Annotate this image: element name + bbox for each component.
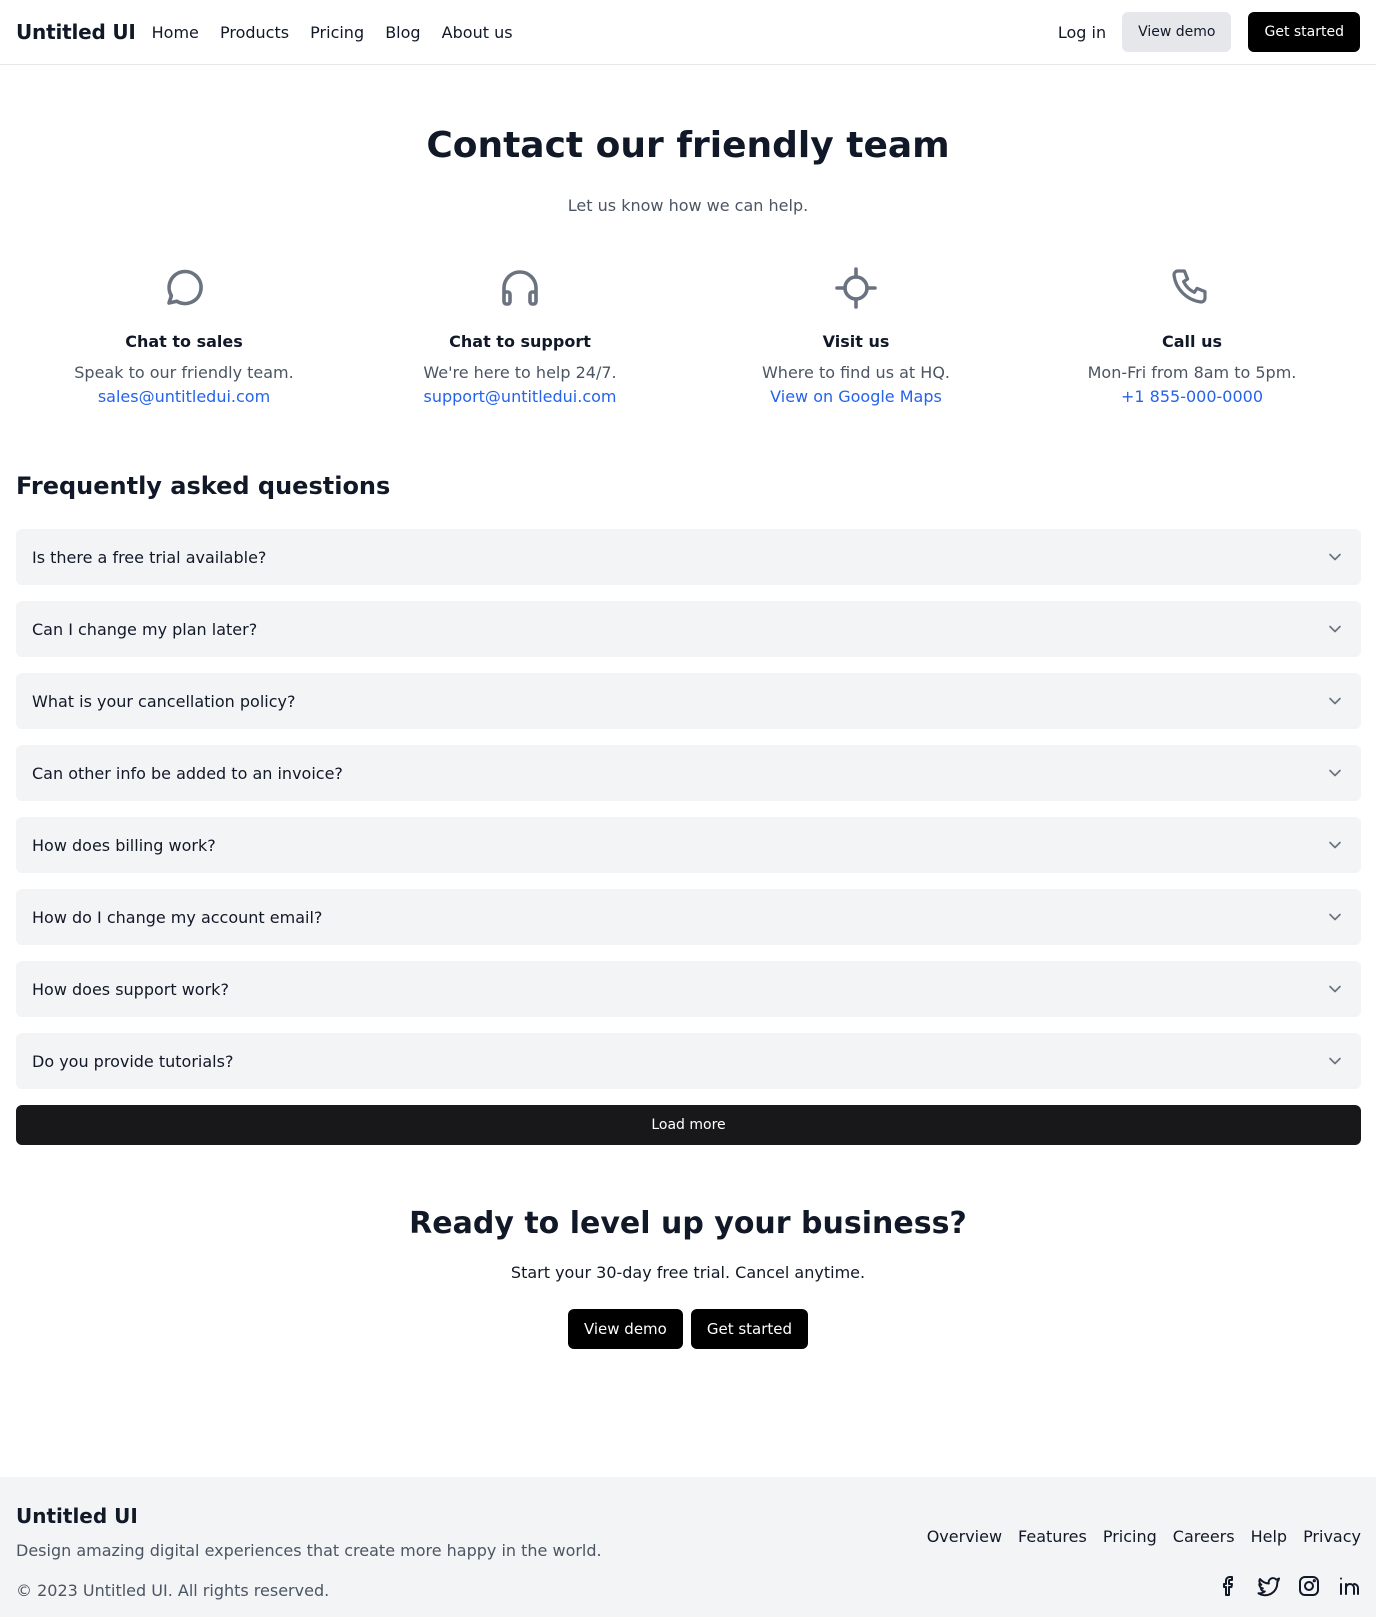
chevron-down-icon xyxy=(1329,913,1341,921)
site-footer: Untitled UI Design amazing digital exper… xyxy=(0,1477,1376,1617)
contact-card-support: Chat to support We're here to help 24/7.… xyxy=(352,264,688,406)
faq-question: How do I change my account email? xyxy=(32,907,323,927)
faq-item[interactable]: Is there a free trial available? xyxy=(16,529,1361,585)
footer-copyright: © 2023 Untitled UI. All rights reserved. xyxy=(16,1581,330,1600)
contact-description: Speak to our friendly team. xyxy=(74,363,294,382)
chevron-down-icon xyxy=(1329,553,1341,561)
contact-title: Chat to support xyxy=(449,332,591,351)
faq-item[interactable]: How does billing work? xyxy=(16,817,1361,873)
get-started-button[interactable]: Get started xyxy=(1248,12,1360,52)
chevron-down-icon xyxy=(1329,769,1341,777)
faq-item[interactable]: Do you provide tutorials? xyxy=(16,1033,1361,1089)
header-actions: Log in View demo Get started xyxy=(1058,12,1360,52)
faq-list: Is there a free trial available? Can I c… xyxy=(16,529,1361,1105)
faq-item[interactable]: What is your cancellation policy? xyxy=(16,673,1361,729)
footer-brand[interactable]: Untitled UI xyxy=(16,1504,138,1528)
sales-email-link[interactable]: sales@untitledui.com xyxy=(98,387,270,406)
contact-description: Mon-Fri from 8am to 5pm. xyxy=(1087,363,1297,382)
view-demo-button[interactable]: View demo xyxy=(1122,12,1232,52)
contact-title: Visit us xyxy=(822,332,890,351)
contact-description: We're here to help 24/7. xyxy=(423,363,617,382)
phone-link[interactable]: +1 855-000-0000 xyxy=(1121,387,1263,406)
nav-about[interactable]: About us xyxy=(442,23,513,42)
contact-card-call: Call us Mon-Fri from 8am to 5pm. +1 855-… xyxy=(1024,264,1360,406)
faq-question: Do you provide tutorials? xyxy=(32,1051,234,1071)
twitter-icon[interactable] xyxy=(1257,1574,1281,1598)
faq-question: How does support work? xyxy=(32,979,229,999)
footer-link-privacy[interactable]: Privacy xyxy=(1303,1527,1361,1546)
cta-get-started-button[interactable]: Get started xyxy=(690,1309,809,1349)
brand-logo[interactable]: Untitled UI xyxy=(16,20,136,44)
facebook-icon[interactable] xyxy=(1217,1574,1241,1598)
footer-link-help[interactable]: Help xyxy=(1251,1527,1287,1546)
contact-options: Chat to sales Speak to our friendly team… xyxy=(0,264,1376,406)
nav-home[interactable]: Home xyxy=(152,23,199,42)
page-subtitle: Let us know how we can help. xyxy=(567,196,809,215)
contact-card-visit: Visit us Where to find us at HQ. View on… xyxy=(688,264,1024,406)
faq-question: Can other info be added to an invoice? xyxy=(32,763,343,783)
linkedin-icon[interactable] xyxy=(1337,1574,1361,1598)
faq-question: What is your cancellation policy? xyxy=(32,691,296,711)
footer-link-overview[interactable]: Overview xyxy=(927,1527,1002,1546)
chevron-down-icon xyxy=(1329,1057,1341,1065)
faq-question: Is there a free trial available? xyxy=(32,547,267,567)
load-more-button[interactable]: Load more xyxy=(16,1105,1361,1145)
footer-nav: Overview Features Pricing Careers Help P… xyxy=(911,1527,1361,1546)
chat-bubble-icon xyxy=(16,264,352,314)
location-crosshair-icon xyxy=(688,264,1024,314)
nav-blog[interactable]: Blog xyxy=(385,23,420,42)
cta-actions: View demo Get started xyxy=(0,1309,1376,1349)
contact-title: Call us xyxy=(1162,332,1222,351)
faq-question: How does billing work? xyxy=(32,835,216,855)
support-email-link[interactable]: support@untitledui.com xyxy=(424,387,617,406)
instagram-icon[interactable] xyxy=(1297,1574,1321,1598)
social-links xyxy=(1201,1574,1361,1598)
main-nav: Home Products Pricing Blog About us xyxy=(152,23,529,42)
faq-heading: Frequently asked questions xyxy=(16,472,391,500)
headphones-icon xyxy=(352,264,688,314)
faq-item[interactable]: How does support work? xyxy=(16,961,1361,1017)
nav-products[interactable]: Products xyxy=(220,23,289,42)
cta-subtitle: Start your 30-day free trial. Cancel any… xyxy=(510,1263,866,1282)
chevron-down-icon xyxy=(1329,985,1341,993)
header-left: Untitled UI Home Products Pricing Blog A… xyxy=(16,20,529,44)
site-header: Untitled UI Home Products Pricing Blog A… xyxy=(0,0,1376,65)
cta-heading: Ready to level up your business? xyxy=(409,1206,967,1241)
chevron-down-icon xyxy=(1329,625,1341,633)
phone-icon xyxy=(1024,264,1360,314)
cta-view-demo-button[interactable]: View demo xyxy=(567,1309,683,1349)
footer-tagline: Design amazing digital experiences that … xyxy=(16,1541,602,1560)
page-title: Contact our friendly team xyxy=(426,125,950,166)
nav-pricing[interactable]: Pricing xyxy=(310,23,364,42)
contact-title: Chat to sales xyxy=(125,332,243,351)
google-maps-link[interactable]: View on Google Maps xyxy=(770,387,942,406)
faq-question: Can I change my plan later? xyxy=(32,619,258,639)
faq-item[interactable]: How do I change my account email? xyxy=(16,889,1361,945)
chevron-down-icon xyxy=(1329,697,1341,705)
footer-link-careers[interactable]: Careers xyxy=(1173,1527,1235,1546)
contact-description: Where to find us at HQ. xyxy=(761,363,950,382)
login-link[interactable]: Log in xyxy=(1058,23,1106,42)
chevron-down-icon xyxy=(1329,841,1341,849)
contact-card-sales: Chat to sales Speak to our friendly team… xyxy=(16,264,352,406)
footer-link-features[interactable]: Features xyxy=(1018,1527,1087,1546)
footer-link-pricing[interactable]: Pricing xyxy=(1103,1527,1157,1546)
faq-item[interactable]: Can I change my plan later? xyxy=(16,601,1361,657)
faq-item[interactable]: Can other info be added to an invoice? xyxy=(16,745,1361,801)
